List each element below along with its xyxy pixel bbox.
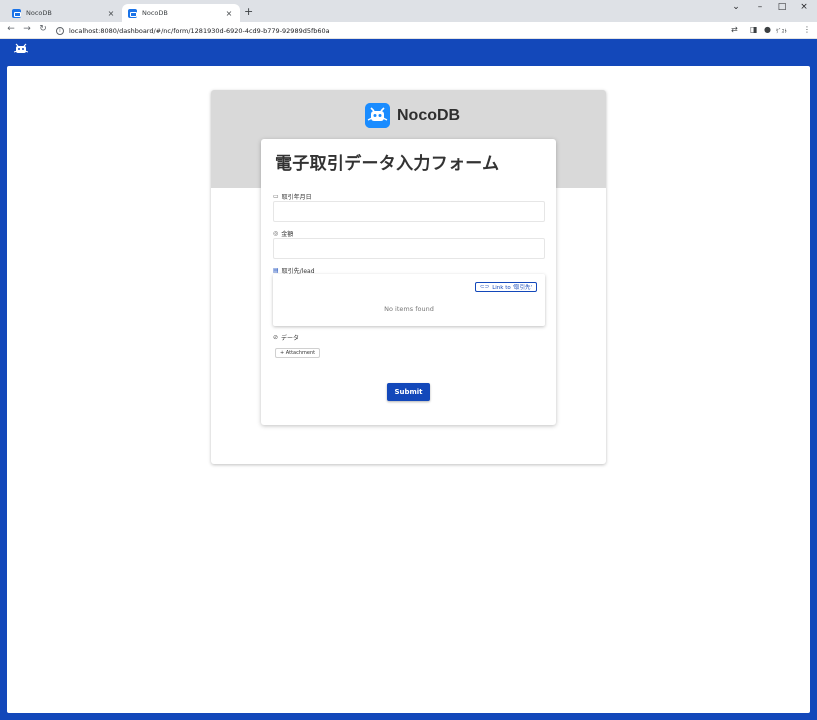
reload-icon[interactable]: ↻	[38, 24, 48, 34]
link-record-button[interactable]: ⊂⊃ Link to '取引先'	[474, 282, 537, 292]
currency-icon: ◎	[273, 230, 279, 237]
submit-button[interactable]: Submit	[387, 383, 430, 401]
profile-avatar-icon[interactable]: ●	[764, 25, 771, 34]
menu-dots-icon[interactable]: ⋮	[803, 25, 811, 34]
form-title: 電子取引データ入力フォーム	[275, 154, 500, 174]
back-arrow-icon[interactable]: ←	[6, 24, 16, 34]
side-panel-icon[interactable]: ◨	[750, 25, 758, 34]
url-text: localhost:8080/dashboard/#/nc/form/12819…	[69, 26, 330, 35]
profile-label[interactable]: ｹﾞｽﾄ	[776, 27, 787, 35]
amount-input[interactable]	[273, 238, 545, 259]
no-items-text: No items found	[384, 305, 434, 313]
forward-arrow-icon[interactable]: →	[22, 24, 32, 34]
close-window-button[interactable]: ×	[797, 2, 811, 12]
minimize-button[interactable]: –	[753, 2, 767, 12]
browser-tab-title: NocoDB	[26, 9, 52, 17]
link-table-icon: ▤	[273, 267, 279, 274]
field-label-amount: ◎ 金額	[273, 229, 293, 238]
date-input[interactable]	[273, 201, 545, 222]
maximize-button[interactable]: □	[775, 2, 789, 12]
tab-search-icon[interactable]: ⌄	[729, 2, 743, 12]
brand: NocoDB	[365, 103, 460, 128]
nocodb-favicon-icon	[12, 8, 21, 18]
field-label-text: 取引年月日	[281, 194, 312, 201]
add-attachment-button[interactable]: + Attachment	[275, 348, 321, 358]
browser-tab-1[interactable]: NocoDB ×	[6, 4, 122, 22]
browser-tab-2[interactable]: NocoDB ×	[122, 4, 240, 22]
field-label-text: データ	[281, 335, 300, 342]
close-tab-icon[interactable]: ×	[224, 9, 234, 18]
close-tab-icon[interactable]: ×	[106, 9, 116, 18]
translate-icon[interactable]: ⇄	[731, 25, 738, 34]
brand-name: NocoDB	[397, 106, 461, 124]
form-card: 電子取引データ入力フォーム ▭ 取引年月日 ◎ 金額 ▤ 取引先/lead ⊂⊃…	[261, 139, 556, 425]
nocodb-logo-icon[interactable]	[14, 43, 28, 55]
field-label-date: ▭ 取引年月日	[273, 192, 312, 201]
attachment-icon: ⊘	[273, 334, 279, 341]
browser-tab-title: NocoDB	[142, 9, 168, 17]
site-info-icon[interactable]: i	[56, 26, 64, 35]
browser-tabstrip: NocoDB × NocoDB × + ⌄ – □ ×	[0, 0, 817, 22]
linked-records-box: ⊂⊃ Link to '取引先' No items found	[273, 274, 545, 326]
new-tab-button[interactable]: +	[244, 5, 253, 18]
browser-toolbar: ← → ↻ i localhost:8080/dashboard/#/nc/fo…	[0, 22, 817, 39]
address-bar[interactable]: i localhost:8080/dashboard/#/nc/form/128…	[56, 24, 716, 37]
app-header	[0, 39, 817, 66]
link-icon: ⊂⊃	[479, 284, 490, 290]
field-label-text: 金額	[281, 231, 294, 238]
nocodb-logo-icon	[365, 103, 390, 128]
nocodb-favicon-icon	[128, 8, 137, 18]
calendar-icon: ▭	[273, 193, 279, 200]
link-record-button-label: Link to '取引先'	[492, 285, 532, 291]
field-label-attachment: ⊘ データ	[273, 333, 299, 342]
